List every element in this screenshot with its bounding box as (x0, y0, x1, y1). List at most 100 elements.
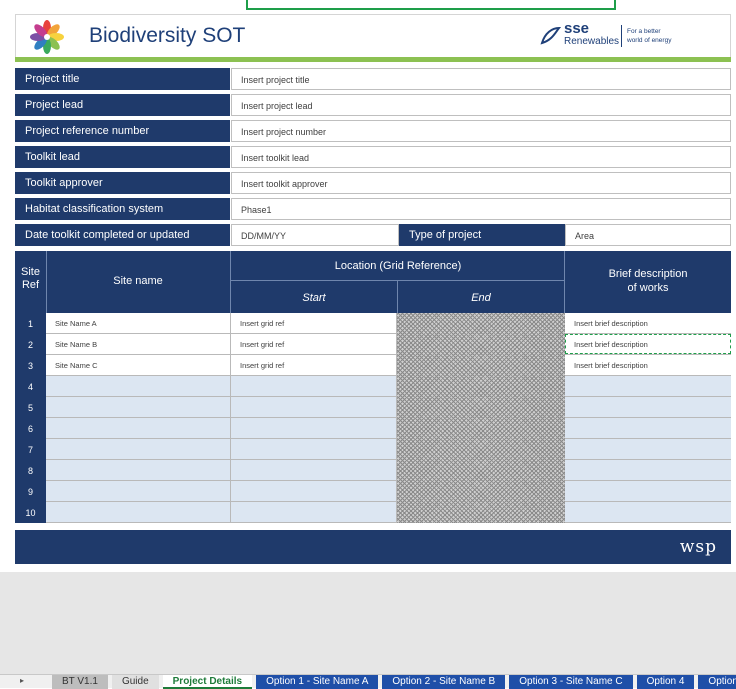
tab-scroll-right-icon[interactable]: ▸ (20, 676, 24, 685)
col-description-line-1: Brief description (608, 268, 688, 280)
description-cell[interactable] (565, 418, 731, 438)
date-label: Date toolkit completed or updated (15, 224, 230, 246)
site-ref-cell: 9 (15, 481, 46, 502)
project-ref-row: Project reference number Insert project … (15, 120, 731, 142)
tab-option-3[interactable]: Option 3 - Site Name C (509, 675, 633, 689)
col-location: Location (Grid Reference) (334, 260, 462, 272)
toolkit-lead-row: Toolkit lead Insert toolkit lead (15, 146, 731, 168)
report-header: Biodiversity SOT sse Renewables For a be… (15, 14, 731, 58)
project-type-label: Type of project (399, 224, 565, 246)
tab-guide[interactable]: Guide (111, 675, 159, 689)
brand-divider (621, 25, 622, 47)
description-cell[interactable] (565, 439, 731, 459)
date-row: Date toolkit completed or updated DD/MM/… (15, 224, 731, 246)
site-name-cell[interactable] (46, 481, 231, 501)
project-lead-field[interactable]: Insert project lead (231, 94, 731, 116)
table-row: 4 (15, 376, 731, 397)
tab-option-5[interactable]: Option 5 (698, 675, 736, 689)
tab-bt-v1-1[interactable]: BT V1.1 (52, 675, 108, 689)
habitat-row: Habitat classification system Phase1 (15, 198, 731, 220)
grid-end-hatched-cell (397, 460, 565, 481)
site-ref-cell: 2 (15, 334, 46, 355)
description-cell[interactable] (565, 481, 731, 501)
page-title: Biodiversity SOT (89, 24, 246, 47)
description-cell[interactable]: Insert brief description (565, 313, 731, 333)
site-name-cell[interactable]: Site Name C (46, 355, 231, 375)
brand-tagline: For a better world of energy (627, 27, 697, 45)
grid-start-cell[interactable]: Insert grid ref (231, 334, 397, 354)
site-ref-cell: 10 (15, 502, 46, 523)
grid-end-hatched-cell (397, 397, 565, 418)
col-start: Start (302, 292, 326, 304)
grid-start-cell[interactable]: Insert grid ref (231, 355, 397, 375)
grid-end-hatched-cell (397, 481, 565, 502)
site-name-cell[interactable]: Site Name B (46, 334, 231, 354)
grid-start-cell[interactable] (231, 439, 397, 459)
table-row: 2 Site Name B Insert grid ref Insert bri… (15, 334, 731, 355)
toolkit-approver-row: Toolkit approver Insert toolkit approver (15, 172, 731, 194)
spreadsheet-sheet: Biodiversity SOT sse Renewables For a be… (0, 0, 736, 572)
toolkit-lead-field[interactable]: Insert toolkit lead (231, 146, 731, 168)
header-divider (231, 280, 565, 281)
site-ref-cell: 7 (15, 439, 46, 460)
site-name-cell[interactable]: Site Name A (46, 313, 231, 333)
tab-project-details[interactable]: Project Details (162, 675, 253, 689)
date-field[interactable]: DD/MM/YY (231, 224, 399, 246)
site-ref-cell: 5 (15, 397, 46, 418)
col-end: End (471, 292, 491, 304)
tab-option-2[interactable]: Option 2 - Site Name B (382, 675, 506, 689)
brand-name: sse (564, 20, 590, 37)
site-name-cell[interactable] (46, 460, 231, 480)
grid-start-cell[interactable] (231, 376, 397, 396)
project-ref-label: Project reference number (15, 120, 230, 142)
empty-sheet-area (0, 572, 736, 674)
site-name-cell[interactable] (46, 376, 231, 396)
toolkit-approver-label: Toolkit approver (15, 172, 230, 194)
description-cell[interactable] (565, 397, 731, 417)
grid-start-cell[interactable] (231, 460, 397, 480)
selected-range-outline (246, 0, 616, 10)
site-name-cell[interactable] (46, 397, 231, 417)
description-cell[interactable]: Insert brief description (565, 355, 731, 375)
tab-option-4[interactable]: Option 4 (636, 675, 695, 689)
description-cell[interactable]: Insert brief description (565, 334, 731, 354)
wsp-logo: wsp (679, 537, 717, 557)
description-cell[interactable] (565, 460, 731, 480)
project-type-field[interactable]: Area (565, 224, 731, 246)
biodiversity-flower-icon (30, 20, 64, 54)
site-name-cell[interactable] (46, 502, 231, 522)
table-row: 5 (15, 397, 731, 418)
grid-start-cell[interactable]: Insert grid ref (231, 313, 397, 333)
grid-start-cell[interactable] (231, 418, 397, 438)
project-title-label: Project title (15, 68, 230, 90)
site-ref-cell: 8 (15, 460, 46, 481)
description-cell[interactable] (565, 376, 731, 396)
grid-start-cell[interactable] (231, 397, 397, 417)
toolkit-lead-label: Toolkit lead (15, 146, 230, 168)
table-row: 7 (15, 439, 731, 460)
tab-option-1[interactable]: Option 1 - Site Name A (256, 675, 379, 689)
sse-logo-icon (540, 26, 561, 45)
table-row: 6 (15, 418, 731, 439)
brand-tagline-line-1: For a better (627, 28, 661, 35)
sites-table-header: Site Ref Site name Location (Grid Refere… (15, 251, 731, 313)
table-row: 10 (15, 502, 731, 523)
site-name-cell[interactable] (46, 439, 231, 459)
description-cell[interactable] (565, 502, 731, 522)
grid-start-cell[interactable] (231, 502, 397, 522)
toolkit-approver-field[interactable]: Insert toolkit approver (231, 172, 731, 194)
site-ref-cell: 4 (15, 376, 46, 397)
project-title-field[interactable]: Insert project title (231, 68, 731, 90)
grid-end-hatched-cell (397, 439, 565, 460)
grid-end-hatched-cell (397, 313, 565, 334)
project-ref-field[interactable]: Insert project number (231, 120, 731, 142)
col-description-line-2: of works (627, 282, 669, 294)
grid-end-hatched-cell (397, 355, 565, 376)
habitat-field[interactable]: Phase1 (231, 198, 731, 220)
site-name-cell[interactable] (46, 418, 231, 438)
header-accent-bar (15, 57, 731, 62)
grid-end-hatched-cell (397, 376, 565, 397)
grid-start-cell[interactable] (231, 481, 397, 501)
col-site-ref: Site Ref (15, 266, 46, 292)
col-description: Brief description of works (565, 267, 731, 295)
